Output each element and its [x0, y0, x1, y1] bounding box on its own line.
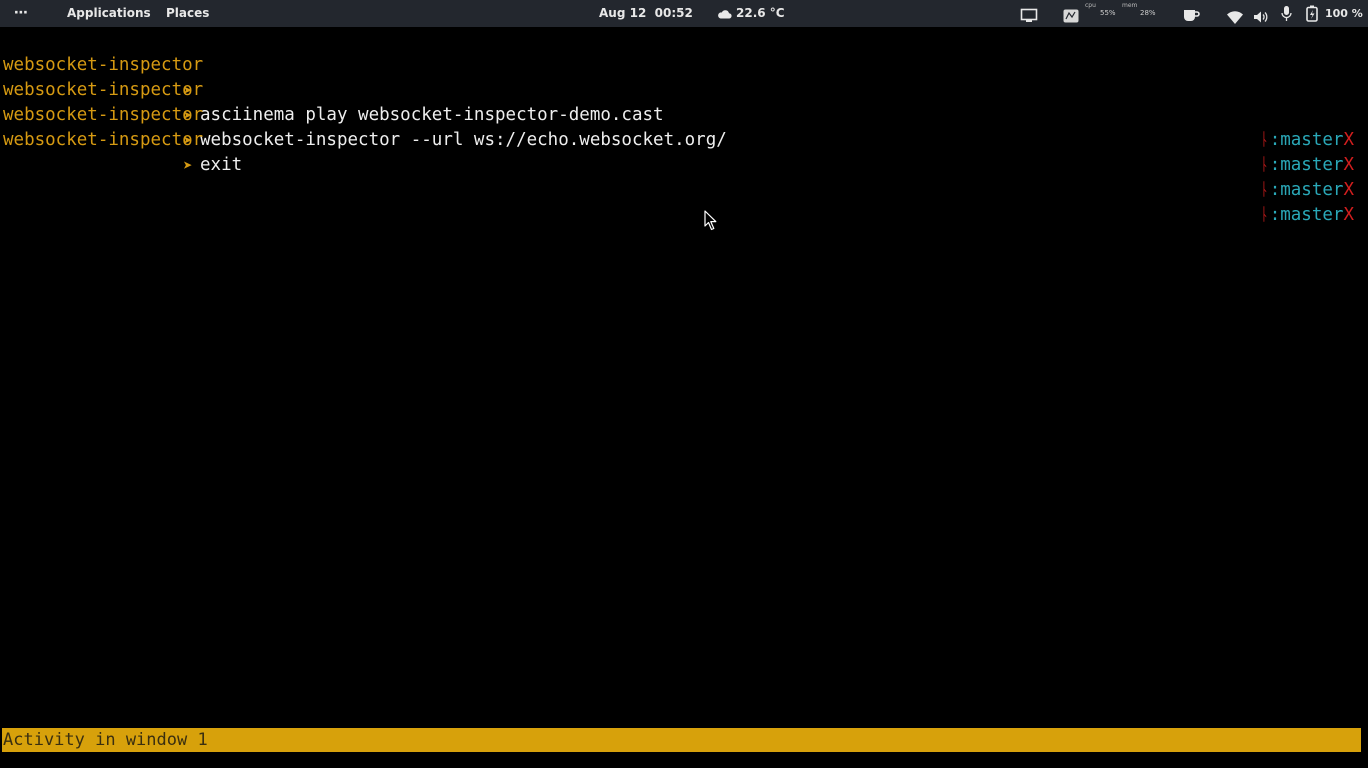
screen-icon[interactable] — [1020, 6, 1038, 22]
clock[interactable]: Aug 12 00:52 — [599, 0, 693, 27]
git-dirty-icon: X — [1343, 155, 1354, 175]
terminal-line: websocket-inspector ➤ websocket-inspecto… — [0, 53, 1368, 175]
terminal-window[interactable]: websocket-inspector ➤ asciinema play web… — [0, 28, 1368, 728]
command-text: websocket-inspector --url ws://echo.webs… — [200, 130, 727, 150]
prompt-arrow-icon: ➤ — [183, 156, 193, 175]
coffee-cup-icon[interactable] — [1183, 6, 1200, 22]
clock-time: 00:52 — [654, 6, 693, 20]
tmux-status-bar: Activity in window 1 — [2, 728, 1361, 752]
git-branch-icon: ᚿ — [1259, 180, 1270, 200]
battery-icon[interactable] — [1306, 5, 1318, 22]
activities-menu-button[interactable]: ⋯ — [14, 0, 29, 27]
git-branch-icon: ᚿ — [1259, 130, 1270, 150]
terminal-input-line[interactable]: websocket-inspector ➤ ᚿ:masterX — [0, 103, 1368, 225]
git-status: ᚿ:masterX — [1259, 153, 1354, 178]
wifi-icon[interactable] — [1227, 7, 1243, 24]
mem-usage: 28% — [1140, 9, 1156, 17]
git-dirty-icon: X — [1343, 180, 1354, 200]
git-status: ᚿ:masterX — [1259, 203, 1354, 228]
git-branch-name: :master — [1269, 130, 1344, 150]
git-branch-icon: ᚿ — [1259, 155, 1270, 175]
git-branch-icon: ᚿ — [1259, 205, 1270, 225]
command-text: exit — [200, 155, 243, 175]
git-branch-name: :master — [1269, 180, 1344, 200]
prompt-directory: websocket-inspector — [3, 130, 204, 150]
terminal-line: websocket-inspector ➤ asciinema play web… — [0, 28, 1368, 150]
battery-percentage: 100 % — [1325, 7, 1363, 20]
places-menu[interactable]: Places — [166, 0, 209, 27]
top-panel: ⋯ Applications Places Aug 12 00:52 22.6 … — [0, 0, 1368, 27]
mem-label: mem — [1122, 2, 1138, 9]
weather-indicator[interactable]: 22.6 °C — [717, 0, 785, 27]
git-dirty-icon: X — [1343, 205, 1354, 225]
git-branch-name: :master — [1269, 155, 1344, 175]
cloud-icon — [718, 10, 732, 19]
system-monitor-icon[interactable] — [1063, 6, 1079, 23]
cpu-usage: 55% — [1100, 9, 1116, 17]
microphone-icon[interactable] — [1281, 5, 1292, 22]
terminal-line: websocket-inspector ➤ exit ᚿ:masterX — [0, 78, 1368, 200]
git-branch-name: :master — [1269, 205, 1344, 225]
git-status: ᚿ:masterX — [1259, 178, 1354, 203]
git-status: ᚿ:masterX — [1259, 128, 1354, 153]
applications-menu[interactable]: Applications — [67, 0, 151, 27]
git-dirty-icon: X — [1343, 130, 1354, 150]
weather-temperature: 22.6 °C — [736, 6, 785, 20]
clock-date: Aug 12 — [599, 6, 647, 20]
cpu-label: cpu — [1085, 2, 1096, 9]
mouse-pointer-icon — [704, 210, 717, 231]
volume-icon[interactable] — [1253, 7, 1269, 23]
